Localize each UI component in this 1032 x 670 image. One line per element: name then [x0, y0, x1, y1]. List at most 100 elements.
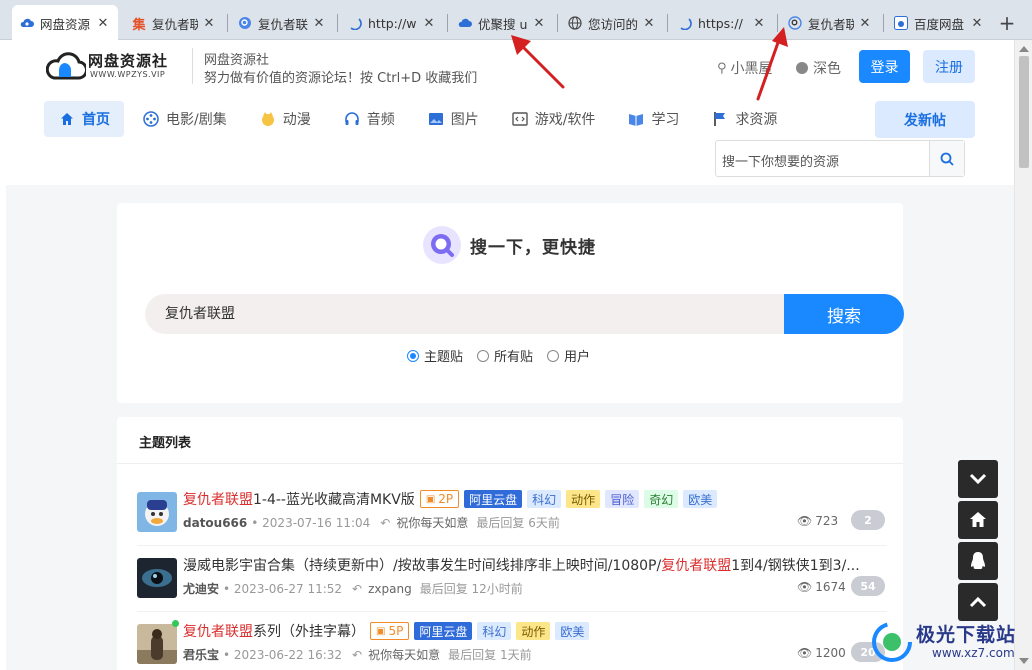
title-text: 漫威电影宇宙合集（持续更新中）/按故事发生时间线排序非上映时间/1080P/ — [183, 558, 662, 574]
close-tab-icon[interactable]: ✕ — [970, 16, 984, 31]
main-nav: 首页 电影/剧集 动漫 音频 图片 游戏/软件 学习 求资源 — [44, 101, 795, 137]
view-count: 👁 1200 — [797, 646, 846, 660]
nav-label: 求资源 — [735, 112, 778, 128]
main-search-input[interactable]: 复仇者联盟 — [145, 294, 785, 334]
main-search-button[interactable]: 搜索 — [784, 294, 904, 334]
home-float-button[interactable] — [958, 501, 998, 539]
avatar[interactable] — [137, 558, 177, 598]
close-tab-icon[interactable]: ✕ — [858, 16, 872, 31]
tag[interactable]: 科幻 — [477, 622, 512, 640]
chevron-up-icon — [969, 596, 987, 608]
book-icon — [627, 110, 645, 128]
last-replier[interactable]: 祝你每天如意 — [368, 646, 440, 663]
close-tab-icon[interactable]: ✕ — [532, 16, 546, 31]
last-replier[interactable]: 祝你每天如意 — [396, 514, 468, 531]
topic-title[interactable]: 复仇者联盟 1-4--蓝光收藏高清MKV版 ▣ 2P 阿里云盘 科幻 动作 冒险 … — [183, 489, 718, 509]
topic-title[interactable]: 复仇者联盟 系列（外挂字幕） ▣ 5P 阿里云盘 科幻 动作 欧美 — [183, 621, 590, 641]
scroll-down-button[interactable] — [958, 460, 998, 498]
tag[interactable]: 欧美 — [555, 622, 590, 640]
browser-tab[interactable]: 网盘资源 ✕ — [12, 5, 118, 41]
close-tab-icon[interactable]: ✕ — [96, 16, 110, 31]
login-button[interactable]: 登录 — [859, 50, 910, 83]
browser-tab[interactable]: 您访问的 ✕ — [560, 6, 664, 40]
nav-movies[interactable]: 电影/剧集 — [128, 101, 241, 137]
image-icon — [427, 110, 445, 128]
dark-mode-toggle[interactable]: 深色 — [796, 58, 841, 78]
nav-request[interactable]: 求资源 — [697, 101, 791, 137]
radio-topics[interactable]: 主题贴 — [407, 346, 463, 365]
ji-icon: 集 — [132, 17, 146, 33]
scroll-thumb[interactable] — [1019, 56, 1029, 168]
header-search-button[interactable] — [929, 141, 964, 176]
nav-label: 图片 — [450, 112, 479, 128]
topic-title[interactable]: 漫威电影宇宙合集（持续更新中）/按故事发生时间线排序非上映时间/1080P/ 复… — [183, 555, 860, 575]
tag[interactable]: 欧美 — [683, 490, 718, 508]
avatar[interactable] — [137, 492, 177, 532]
radio-dot — [407, 349, 419, 362]
tag[interactable]: 阿里云盘 — [414, 622, 473, 640]
search-card-title: 搜一下，更快捷 — [422, 225, 596, 265]
tab-title: 复仇者联 — [258, 16, 308, 32]
tag[interactable]: 科幻 — [527, 490, 562, 508]
radio-all-posts[interactable]: 所有贴 — [477, 346, 533, 365]
author-link[interactable]: 君乐宝 — [183, 646, 219, 663]
watermark-logo-icon — [872, 622, 912, 662]
moon-icon — [796, 62, 808, 74]
table-row[interactable]: 复仇者联盟 系列（外挂字幕） ▣ 5P 阿里云盘 科幻 动作 欧美 君乐宝 • 2… — [137, 620, 887, 670]
site-slogan: 努力做有价值的资源论坛！按 Ctrl+D 收藏我们 — [204, 71, 478, 86]
close-tab-icon[interactable]: ✕ — [312, 16, 326, 31]
online-dot — [172, 620, 179, 627]
tab-title: 网盘资源 — [40, 16, 91, 32]
register-button[interactable]: 注册 — [923, 50, 975, 83]
reply-count-badge: 54 — [851, 576, 885, 596]
page-scrollbar[interactable] — [1014, 40, 1032, 670]
browser-tab[interactable]: 集 复仇者联 ✕ — [124, 6, 224, 40]
avatar[interactable] — [137, 624, 177, 664]
close-tab-icon[interactable]: ✕ — [422, 16, 436, 31]
new-tab-button[interactable]: + — [996, 11, 1018, 35]
author-link[interactable]: 尤迪安 — [183, 580, 219, 597]
search-magnifier-icon — [423, 226, 461, 264]
radio-users[interactable]: 用户 — [547, 346, 590, 365]
table-row[interactable]: 漫威电影宇宙合集（持续更新中）/按故事发生时间线排序非上映时间/1080P/ 复… — [137, 558, 887, 618]
nav-games[interactable]: 游戏/软件 — [497, 101, 610, 137]
home-icon — [970, 512, 986, 527]
tag[interactable]: 冒险 — [605, 490, 640, 508]
nav-home[interactable]: 首页 — [44, 101, 124, 137]
last-replier[interactable]: zxpang — [368, 582, 412, 596]
nav-images[interactable]: 图片 — [413, 101, 493, 137]
close-tab-icon[interactable]: ✕ — [642, 16, 656, 31]
browser-tab[interactable]: 复仇者联 ✕ — [230, 6, 334, 40]
tag[interactable]: 阿里云盘 — [464, 490, 523, 508]
title-text: 1到4/钢铁侠1到3/... — [731, 558, 860, 574]
logo-url: WWW.WPZYS.VIP — [90, 70, 166, 79]
tag[interactable]: 动作 — [516, 622, 551, 640]
new-post-button[interactable]: 发新帖 — [875, 101, 975, 138]
tag[interactable]: 奇幻 — [644, 490, 679, 508]
browser-tab[interactable]: 百度网盘 ✕ — [886, 6, 992, 40]
topic-meta: datou666 • 2023-07-16 11:04 ↶ 祝你每天如意 最后回… — [183, 514, 560, 531]
title-text: 1-4--蓝光收藏高清MKV版 — [253, 492, 415, 508]
search-q-icon — [238, 16, 252, 30]
header-search-input[interactable]: 搜一下你想要的资源 — [722, 151, 839, 170]
page-viewport: 网盘资源社 WWW.WPZYS.VIP 网盘资源社 努力做有价值的资源论坛！按 … — [6, 40, 1014, 670]
scroll-up-arrow[interactable] — [1019, 46, 1029, 52]
qq-button[interactable] — [958, 542, 998, 580]
nav-audio[interactable]: 音频 — [329, 101, 409, 137]
site-logo[interactable]: 网盘资源社 WWW.WPZYS.VIP — [46, 48, 191, 84]
table-row[interactable]: 复仇者联盟 1-4--蓝光收藏高清MKV版 ▣ 2P 阿里云盘 科幻 动作 冒险 … — [137, 489, 887, 552]
eye-icon: 👁 — [797, 580, 813, 594]
nav-anime[interactable]: 动漫 — [245, 101, 325, 137]
logo-name: 网盘资源社 — [88, 52, 169, 70]
scroll-down-arrow[interactable] — [1019, 658, 1029, 664]
author-link[interactable]: datou666 — [183, 516, 247, 530]
tag[interactable]: 动作 — [566, 490, 601, 508]
browser-tab[interactable]: 复仇者联 ✕ — [780, 6, 880, 40]
watermark: 极光下载站 www.xz7.com — [870, 616, 1020, 670]
logo-cloud-icon — [46, 52, 86, 80]
qq-icon — [971, 552, 985, 569]
topic-list-heading: 主题列表 — [139, 436, 192, 451]
browser-tab[interactable]: http://w ✕ — [340, 6, 444, 40]
close-tab-icon[interactable]: ✕ — [202, 16, 216, 31]
nav-study[interactable]: 学习 — [613, 101, 693, 137]
